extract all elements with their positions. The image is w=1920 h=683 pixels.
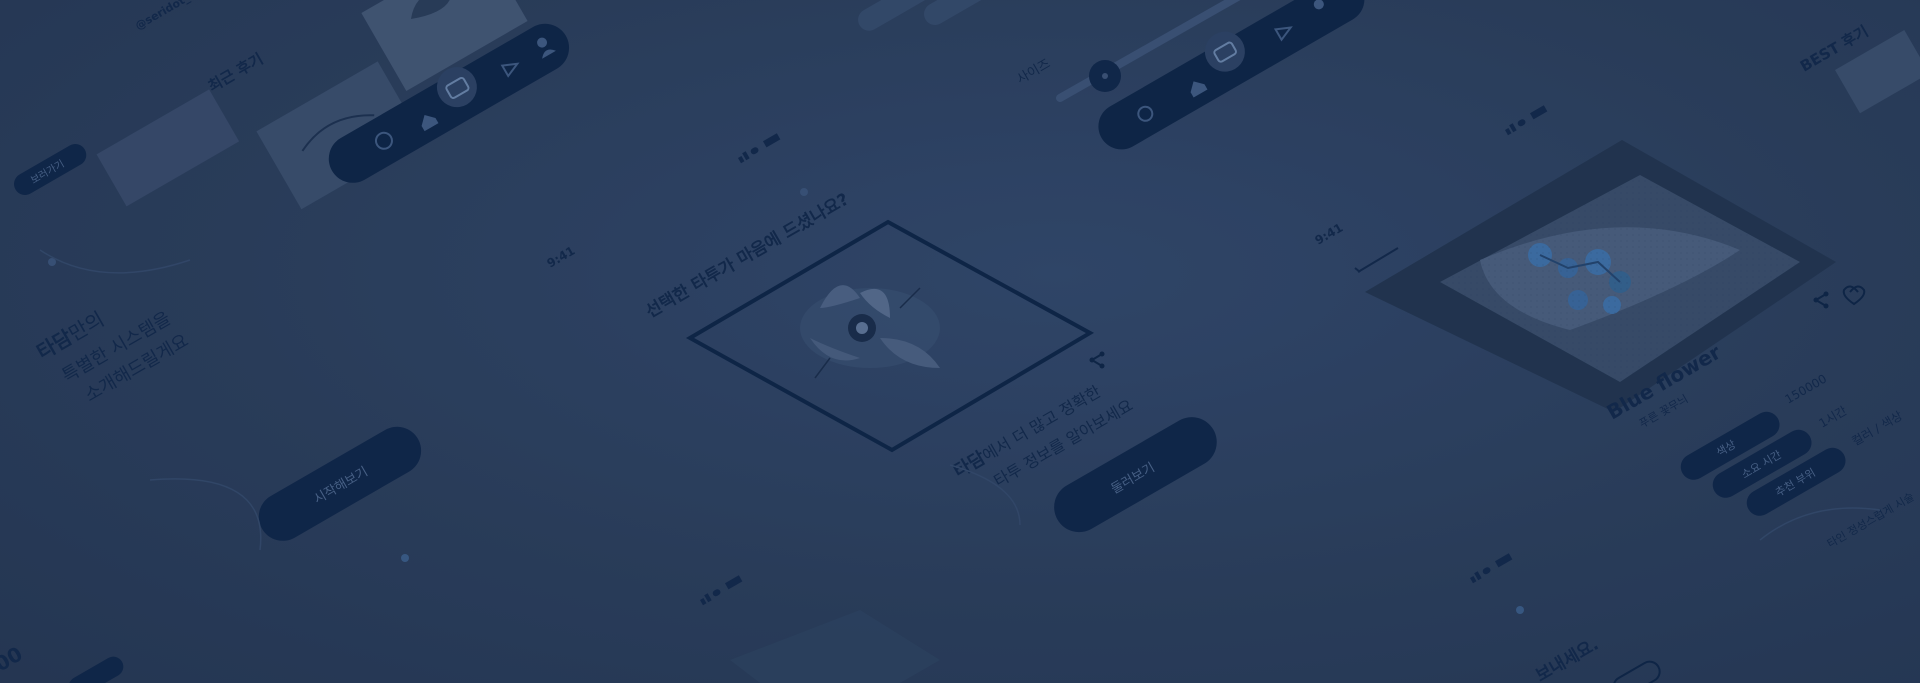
status-bar bbox=[700, 575, 743, 606]
battery-icon bbox=[1529, 105, 1548, 120]
partial-button[interactable] bbox=[1610, 658, 1663, 683]
heart-icon[interactable] bbox=[1842, 285, 1866, 306]
option-pill[interactable] bbox=[920, 0, 992, 29]
indicator-dot bbox=[1516, 606, 1524, 614]
detail-color: 컬러 / 색상 bbox=[1850, 409, 1905, 449]
tattoo-photo[interactable] bbox=[1365, 140, 1836, 412]
intro-time: 9:41 bbox=[545, 244, 578, 271]
indicator-dot bbox=[800, 188, 808, 196]
status-bar bbox=[1470, 553, 1513, 584]
size-screen: 사이즈 bbox=[854, 0, 1365, 150]
option-pill[interactable] bbox=[854, 0, 934, 35]
isometric-screens: @seridot_ii 최근 후기 보러가기 9:41 타담만의 특별한 시스템… bbox=[0, 0, 1920, 683]
marketing-banner: @seridot_ii 최근 후기 보러가기 9:41 타담만의 특별한 시스템… bbox=[0, 0, 1920, 683]
size-tab-bar bbox=[1098, 0, 1365, 150]
feed-photo-tiles bbox=[96, 0, 528, 210]
detail-duration: 1시간 bbox=[1817, 404, 1850, 431]
detail-screen: 9:41 BEST 후기 Blue flower 푸른 꽃무늬 색상 소요 시간… bbox=[1313, 22, 1920, 551]
back-icon[interactable] bbox=[1357, 247, 1399, 273]
detail-description: 타인 정성스럽게 시술 bbox=[1825, 489, 1917, 550]
flower-tattoo-image bbox=[800, 285, 940, 379]
start-button-group: 시작해보기 bbox=[258, 426, 422, 541]
detail-price: 150000 bbox=[1783, 372, 1830, 407]
battery-icon bbox=[1494, 553, 1513, 568]
feed-screen: @seridot_ii 최근 후기 bbox=[96, 0, 570, 210]
bottom-left-number: 00 bbox=[0, 642, 27, 677]
decorative-curve bbox=[149, 478, 262, 551]
decorative-curve bbox=[39, 249, 191, 274]
size-label: 사이즈 bbox=[1015, 57, 1054, 88]
detail-actions bbox=[1813, 285, 1866, 309]
bottom-screens: 00 보내세요. bbox=[0, 553, 1663, 683]
battery-icon bbox=[762, 133, 781, 148]
indicator-dot bbox=[401, 554, 409, 562]
wifi-icon bbox=[750, 147, 759, 155]
choose-screen: 선택한 타투가 마음에 드셨나요? 타담에서 더 많고 정확한 타투 정보를 알… bbox=[643, 133, 1217, 533]
intro-headline: 타담만의 특별한 시스템을 소개해드릴게요 bbox=[33, 307, 193, 407]
detail-time: 9:41 bbox=[1313, 221, 1346, 248]
intro-screen: 보러가기 9:41 타담만의 특별한 시스템을 소개해드릴게요 시작해보기 bbox=[14, 144, 578, 562]
recent-reviews-heading: 최근 후기 bbox=[205, 50, 266, 96]
feed-username: @seridot_ii bbox=[133, 0, 198, 33]
status-bar bbox=[738, 133, 781, 164]
partial-card bbox=[730, 610, 940, 683]
bottom-text: 보내세요. bbox=[1533, 634, 1603, 683]
wifi-icon bbox=[1482, 567, 1491, 575]
wifi-icon bbox=[712, 589, 721, 597]
battery-icon bbox=[724, 575, 743, 590]
wifi-icon bbox=[1517, 119, 1526, 127]
partial-button[interactable] bbox=[65, 653, 127, 683]
status-bar bbox=[1505, 105, 1548, 136]
feed-photo[interactable] bbox=[96, 89, 240, 207]
